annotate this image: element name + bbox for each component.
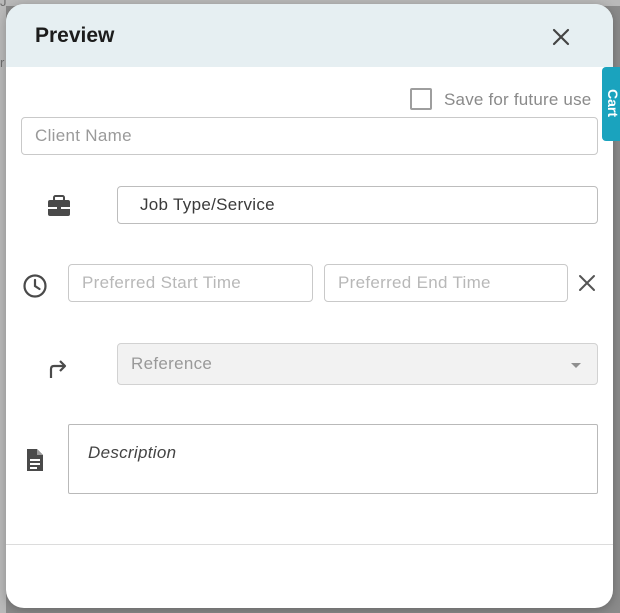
description-textarea[interactable]: Description: [68, 424, 598, 494]
clear-time-button[interactable]: [576, 272, 598, 294]
backdrop-text-left: r: [0, 55, 5, 70]
preview-modal: Preview Save for future use Client Name …: [6, 4, 613, 608]
modal-title: Preview: [35, 24, 115, 47]
clock-icon: [22, 273, 48, 304]
cart-tab-button[interactable]: Cart: [602, 67, 620, 141]
chevron-down-icon: [571, 363, 581, 368]
save-future-checkbox[interactable]: [410, 88, 432, 110]
close-icon: [552, 28, 570, 46]
save-future-label: Save for future use: [444, 90, 592, 109]
reference-select[interactable]: Reference: [117, 343, 598, 385]
redirect-arrow-icon: [47, 358, 69, 385]
document-icon: [24, 447, 46, 478]
cart-tab-label: Cart: [605, 89, 620, 118]
close-icon: [579, 275, 595, 291]
end-time-input[interactable]: Preferred End Time: [324, 264, 568, 302]
client-name-input[interactable]: Client Name: [21, 117, 598, 155]
footer-divider: [6, 544, 613, 545]
modal-header: Preview: [6, 4, 613, 67]
close-button[interactable]: [546, 22, 576, 52]
reference-select-label: Reference: [131, 354, 213, 373]
briefcase-icon: [46, 194, 72, 223]
job-type-input[interactable]: Job Type/Service: [117, 186, 598, 224]
start-time-input[interactable]: Preferred Start Time: [68, 264, 313, 302]
